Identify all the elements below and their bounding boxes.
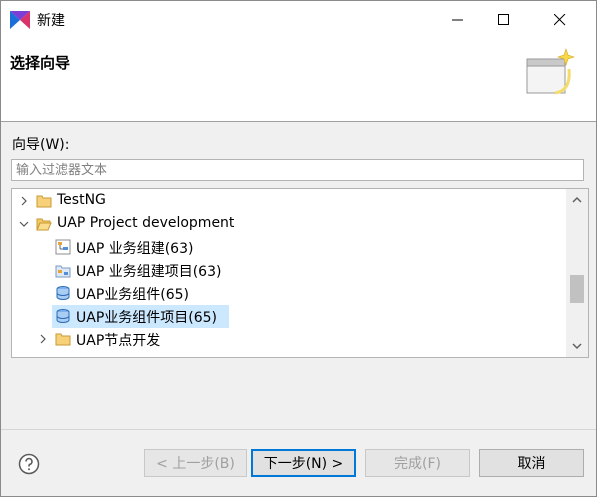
component-project-icon (55, 265, 71, 278)
chevron-up-icon (572, 196, 582, 203)
app-logo-icon (10, 11, 30, 29)
chevron-right-icon[interactable] (37, 331, 49, 347)
tree-item-label: UAP业务组件(65) (76, 287, 190, 303)
wizard-banner: 选择向导 (1, 39, 596, 122)
tree-vertical-scrollbar[interactable] (566, 189, 588, 357)
help-icon[interactable] (18, 453, 40, 475)
component-icon (55, 239, 71, 255)
maximize-button[interactable] (481, 1, 527, 39)
page-title: 选择向导 (10, 54, 71, 72)
close-button[interactable] (537, 1, 583, 39)
close-icon (554, 14, 566, 26)
tree-item-label: UAP节点开发 (76, 333, 161, 349)
wizard-filter-input[interactable] (11, 159, 584, 181)
chevron-down-icon[interactable] (18, 216, 30, 232)
tree-item-testng[interactable]: TestNG (12, 190, 564, 213)
tree-item-label: UAP业务组件项目(65) (76, 310, 218, 326)
minimize-icon (452, 19, 463, 21)
scroll-down-button[interactable] (566, 335, 588, 357)
folder-open-icon (36, 218, 52, 231)
scroll-up-button[interactable] (566, 189, 588, 211)
finish-button[interactable]: 完成(F) (365, 449, 470, 477)
title-bar: 新建 (1, 1, 596, 39)
tree-item-label: TestNG (57, 192, 106, 208)
tree-item-uap-business-component[interactable]: UAP业务组件(65) (12, 282, 564, 305)
next-button[interactable]: 下一步(N) > (251, 449, 356, 477)
new-wizard-dialog: 新建 选择向导 向导(W): 输入过滤器文本 TestNG UAP Projec… (0, 0, 597, 497)
tree-item-label: UAP 业务组建项目(63) (76, 264, 222, 280)
tree-item-uap-project-development[interactable]: UAP Project development (12, 213, 564, 236)
window-title: 新建 (37, 13, 65, 29)
tree-item-label: UAP 业务组建(63) (76, 241, 194, 257)
maximize-icon (498, 14, 509, 25)
cancel-button[interactable]: 取消 (479, 449, 584, 477)
tree-item-uap-business-component-project[interactable]: UAP业务组件项目(65) (12, 305, 564, 328)
database-icon (56, 309, 70, 323)
chevron-down-icon (572, 343, 582, 350)
back-button[interactable]: < 上一步(B) (144, 449, 247, 477)
tree-item-label: UAP Project development (57, 215, 235, 231)
wizard-filter-label: 向导(W): (12, 137, 70, 153)
folder-icon (36, 195, 52, 208)
minimize-button[interactable] (435, 1, 481, 39)
tree-item-uap-component-build-project[interactable]: UAP 业务组建项目(63) (12, 259, 564, 282)
footer-separator (1, 429, 596, 430)
database-icon (56, 286, 70, 300)
wizard-tree: TestNG UAP Project development UAP 业务组建(… (11, 188, 589, 358)
chevron-right-icon[interactable] (18, 193, 30, 209)
tree-item-uap-component-build[interactable]: UAP 业务组建(63) (12, 236, 564, 259)
folder-icon (55, 333, 71, 346)
tree-item-uap-node-development[interactable]: UAP节点开发 (12, 328, 564, 351)
new-wizard-icon (526, 48, 575, 95)
scroll-thumb[interactable] (570, 275, 584, 303)
